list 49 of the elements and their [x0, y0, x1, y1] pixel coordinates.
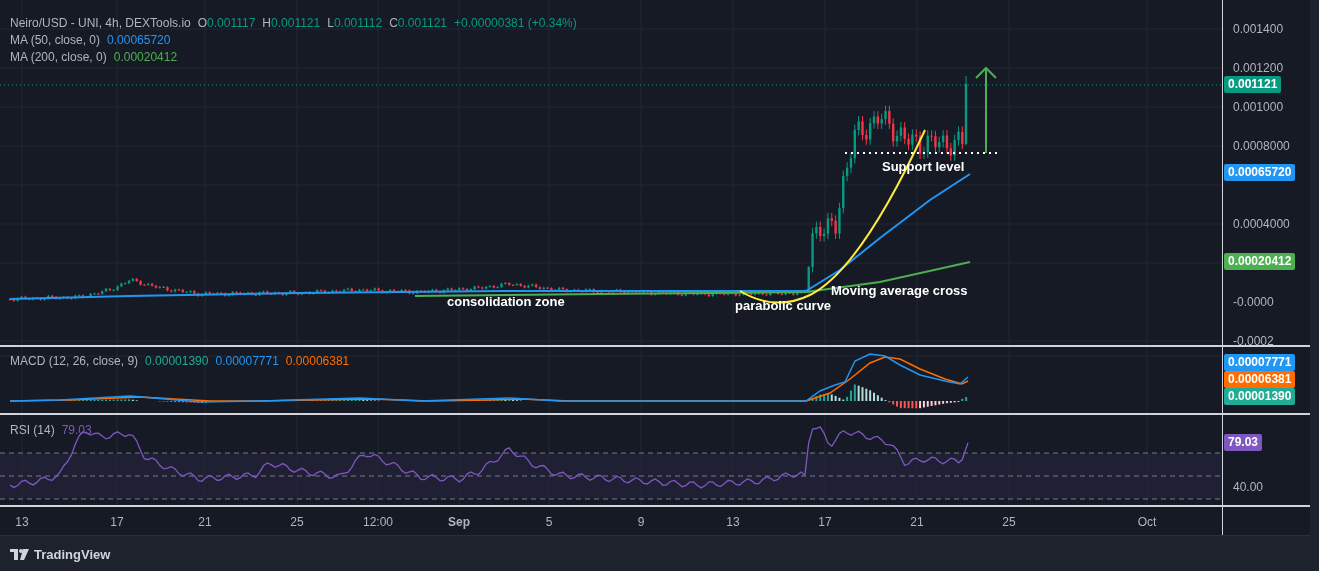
chart-annotation: Moving average cross	[831, 283, 968, 298]
ohlc-value: H0.001121	[262, 15, 321, 32]
axis-label: 0.001200	[1233, 61, 1284, 75]
price-badge: 0.001121	[1224, 76, 1282, 93]
axis-label: -0.0000	[1233, 295, 1274, 309]
ohlc-value: L0.001112	[327, 15, 383, 32]
indicator-name: MACD (12, 26, close, 9)	[10, 353, 139, 370]
axis-label: 12:00	[363, 514, 393, 531]
brand-name: TradingView	[34, 546, 111, 564]
axis-label: 0.001400	[1233, 22, 1284, 36]
indicator-value: 0.00006381	[285, 353, 350, 370]
price-badge: 0.00006381	[1224, 371, 1296, 388]
legend-symbol: Neiro/USD - UNI, 4h, DEXTools.io	[10, 15, 191, 32]
axis-label: 9	[637, 514, 645, 531]
axis-label: -0.0002	[1233, 334, 1274, 348]
ohlc-value: C0.001121	[389, 15, 447, 32]
axis-label: 17	[110, 514, 124, 531]
axis-label: 13	[15, 514, 29, 531]
axis-label: 5	[545, 514, 553, 531]
price-badge: 0.00065720	[1224, 164, 1296, 181]
axis-label: 0.0008000	[1233, 139, 1290, 153]
axis-label: 40.00	[1233, 480, 1264, 494]
indicator-value: 0.00001390	[145, 353, 209, 370]
indicator-value: 0.00065720	[107, 32, 171, 49]
indicator-value: 0.00007771	[215, 353, 279, 370]
indicator-value: 79.03	[61, 422, 92, 439]
axis-label: 0.001000	[1233, 100, 1284, 114]
indicator-name: MA (50, close, 0)	[10, 32, 101, 49]
price-change: +0.00000381 (+0.34%)	[454, 15, 577, 32]
axis-label: Sep	[448, 514, 470, 531]
indicator-name: MA (200, close, 0)	[10, 49, 107, 66]
chart-annotation: consolidation zone	[447, 294, 565, 309]
indicator-name: RSI (14)	[10, 422, 55, 439]
axis-label: 0.0004000	[1233, 217, 1290, 231]
axis-label: 25	[1002, 514, 1016, 531]
price-badge: 0.00020412	[1224, 253, 1296, 270]
chart-annotation: parabolic curve	[735, 298, 832, 313]
price-badge: 79.03	[1224, 434, 1263, 451]
price-badge: 0.00007771	[1224, 354, 1296, 371]
axis-label: 25	[290, 514, 304, 531]
axis-label: 21	[198, 514, 212, 531]
axis-label: 21	[910, 514, 924, 531]
axis-label: Oct	[1137, 514, 1157, 531]
axis-label: 17	[818, 514, 832, 531]
indicator-value: 0.00020412	[113, 49, 178, 66]
logo-icon	[10, 549, 29, 561]
price-badge: 0.00001390	[1224, 388, 1296, 405]
axis-label: 13	[726, 514, 740, 531]
ohlc-value: O0.001117	[197, 15, 256, 32]
